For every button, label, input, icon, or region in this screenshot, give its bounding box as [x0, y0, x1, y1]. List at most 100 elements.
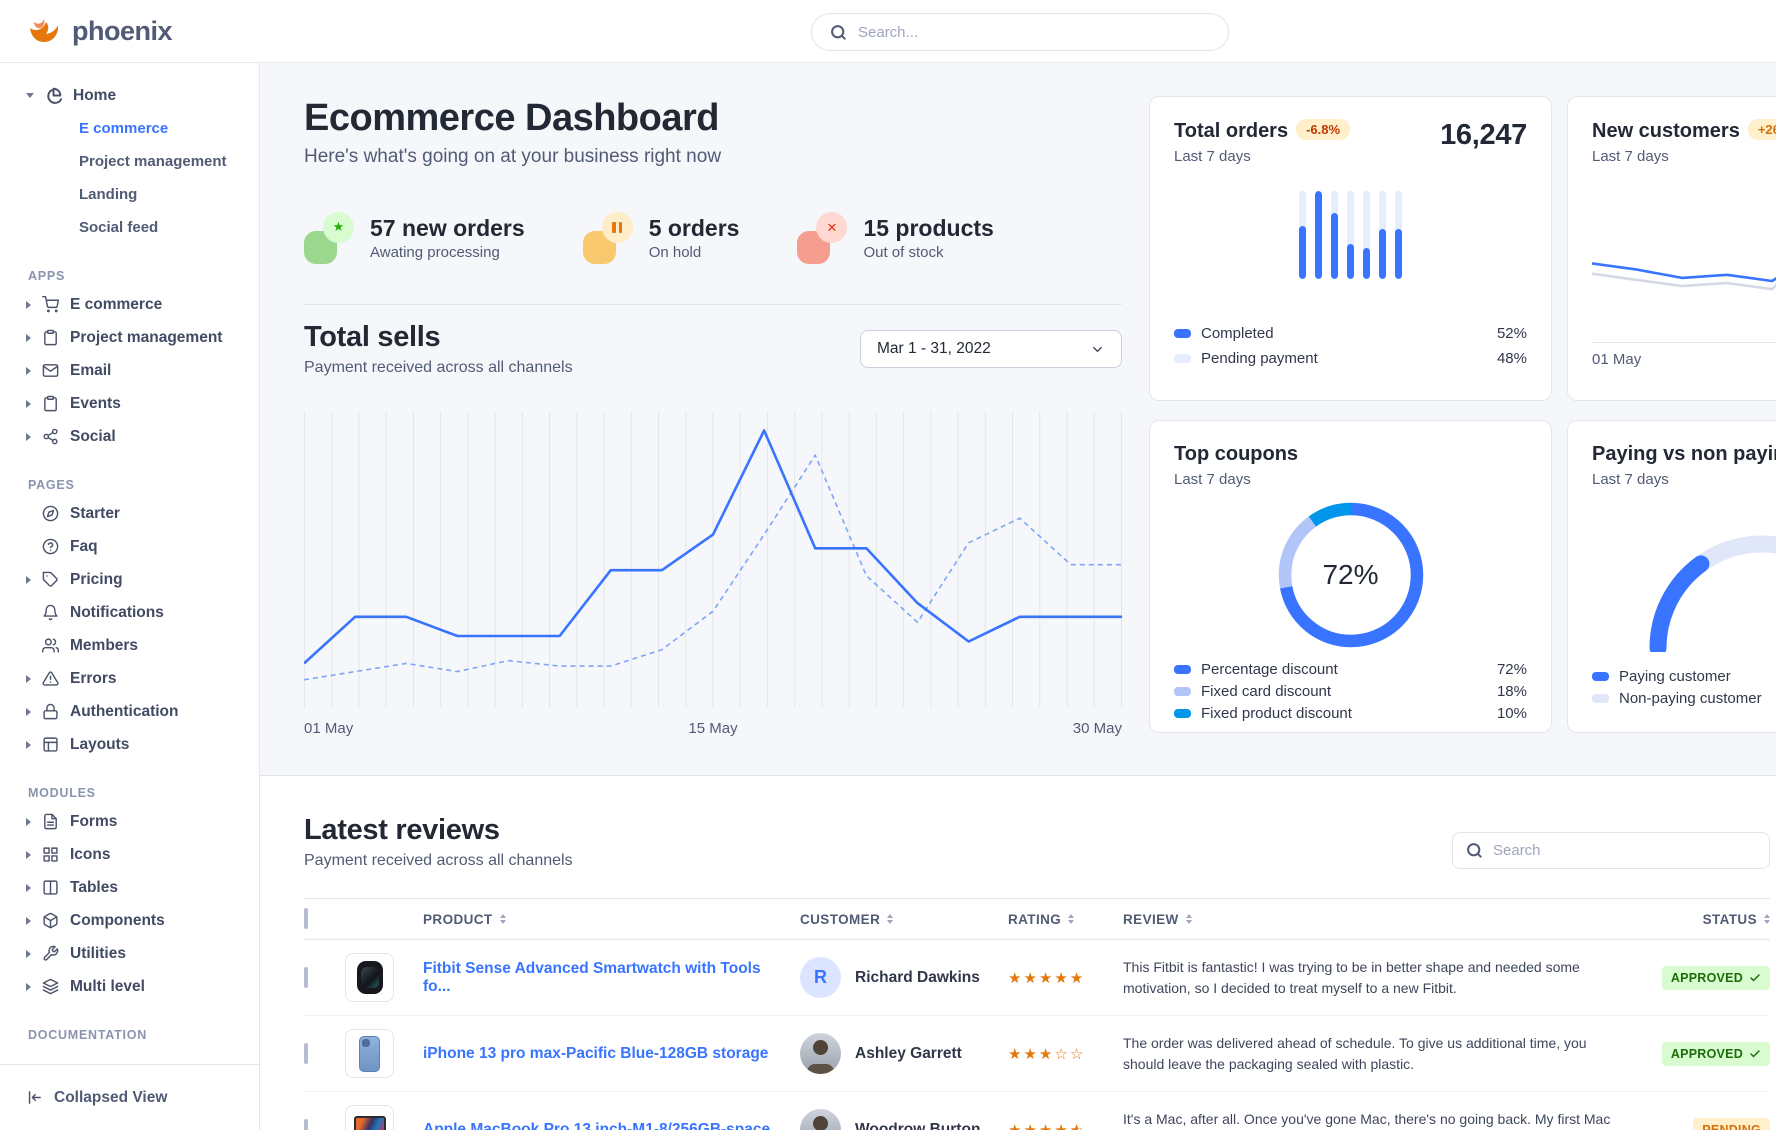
- dashboard-section: Ecommerce Dashboard Here's what's going …: [260, 63, 1776, 775]
- top-coupons-card: Top coupons Last 7 days 72% Percentage d…: [1149, 420, 1552, 733]
- product-link[interactable]: Apple MacBook Pro 13 inch-M1-8/256GB-spa…: [423, 1121, 800, 1130]
- sidebar-item-utilities[interactable]: Utilities: [0, 937, 259, 970]
- legend-row: Percentage discount 72%: [1174, 658, 1527, 680]
- customer-cell: Woodrow Burton: [800, 1109, 1008, 1130]
- sidebar-item-ecommerce-app[interactable]: E commerce: [0, 288, 259, 321]
- sidebar-item-layouts[interactable]: Layouts: [0, 728, 259, 761]
- search-icon: [1466, 842, 1483, 859]
- phoenix-logo-icon: [28, 16, 62, 46]
- date-range-select[interactable]: Mar 1 - 31, 2022: [860, 330, 1122, 368]
- global-search[interactable]: [811, 13, 1229, 51]
- layout-icon: [42, 736, 59, 753]
- search-input[interactable]: [858, 24, 1210, 41]
- sidebar-item-tables[interactable]: Tables: [0, 871, 259, 904]
- chevron-right-icon: [26, 851, 31, 859]
- chevron-right-icon: [26, 400, 31, 408]
- customer-name: Richard Dawkins: [855, 969, 980, 987]
- select-all-checkbox[interactable]: [304, 908, 308, 929]
- total-orders-card: Total orders-6.8% Last 7 days 16,247 Com…: [1149, 96, 1552, 401]
- status-badge: APPROVED: [1662, 966, 1770, 990]
- sort-icon: [1068, 914, 1074, 924]
- sidebar-item-home[interactable]: Home: [0, 79, 259, 112]
- bell-icon: [42, 604, 59, 621]
- chevron-right-icon: [26, 675, 31, 683]
- column-header-status[interactable]: STATUS: [1644, 912, 1770, 927]
- total-sells-line-chart: [304, 411, 1122, 707]
- sidebar-item-forms[interactable]: Forms: [0, 805, 259, 838]
- chevron-right-icon: [26, 301, 31, 309]
- new-customers-line-chart: [1592, 179, 1776, 327]
- legend-swatch: [1174, 665, 1191, 674]
- column-header-review[interactable]: REVIEW: [1123, 912, 1644, 927]
- total-sells-subtitle: Payment received across all channels: [304, 359, 573, 377]
- star-icon: ★: [304, 212, 354, 264]
- reviews-search[interactable]: [1452, 832, 1770, 869]
- column-header-product[interactable]: PRODUCT: [423, 912, 800, 927]
- collapse-sidebar-button[interactable]: Collapsed View: [0, 1089, 167, 1107]
- package-icon: [42, 912, 59, 929]
- product-link[interactable]: Fitbit Sense Advanced Smartwatch with To…: [423, 960, 800, 996]
- row-checkbox[interactable]: [304, 1043, 308, 1064]
- legend-row: Pending payment 48%: [1174, 346, 1527, 371]
- sidebar-item-notifications[interactable]: Notifications: [0, 596, 259, 629]
- x-icon: ✕: [797, 212, 847, 264]
- column-header-customer[interactable]: CUSTOMER: [800, 912, 1008, 927]
- chevron-right-icon: [26, 367, 31, 375]
- customer-name: Woodrow Burton: [855, 1121, 980, 1130]
- sidebar-item-social-feed[interactable]: Social feed: [0, 211, 259, 244]
- sidebar-footer: Collapsed View: [0, 1064, 259, 1130]
- product-image-fitbit[interactable]: [345, 953, 394, 1002]
- product-link[interactable]: iPhone 13 pro max-Pacific Blue-128GB sto…: [423, 1045, 800, 1063]
- sidebar-item-social[interactable]: Social: [0, 420, 259, 453]
- wrench-icon: [42, 945, 59, 962]
- rating-stars: ★★★★★: [1008, 969, 1123, 987]
- brand-name: phoenix: [72, 16, 172, 47]
- new-customers-card: New customers+26.5% Last 7 days 01 May: [1567, 96, 1776, 401]
- brand-logo[interactable]: phoenix: [28, 16, 172, 47]
- product-image-iphone[interactable]: [345, 1029, 394, 1078]
- help-circle-icon: [42, 538, 59, 555]
- sidebar-item-members[interactable]: Members: [0, 629, 259, 662]
- chevron-right-icon: [26, 741, 31, 749]
- legend-row: Fixed product discount 10%: [1174, 702, 1527, 724]
- sidebar-item-faq[interactable]: Faq: [0, 530, 259, 563]
- reviews-table: PRODUCT CUSTOMER RATING REVIEW STATUS Fi…: [304, 898, 1770, 1130]
- row-checkbox[interactable]: [304, 1119, 308, 1130]
- sidebar-item-email[interactable]: Email: [0, 354, 259, 387]
- sidebar-item-ecommerce[interactable]: E commerce: [0, 112, 259, 145]
- section-label-documentation: DOCUMENTATION: [0, 1023, 259, 1047]
- sidebar-item-project-management-app[interactable]: Project management: [0, 321, 259, 354]
- tag-icon: [42, 571, 59, 588]
- sidebar-item-landing[interactable]: Landing: [0, 178, 259, 211]
- sidebar-item-multi-level[interactable]: Multi level: [0, 970, 259, 1003]
- sidebar-item-pricing[interactable]: Pricing: [0, 563, 259, 596]
- sidebar: Home E commerce Project management Landi…: [0, 63, 260, 1130]
- section-label-apps: APPS: [0, 264, 259, 288]
- column-header-rating[interactable]: RATING: [1008, 912, 1123, 927]
- product-image-macbook[interactable]: [345, 1105, 394, 1130]
- reviews-search-input[interactable]: [1493, 842, 1756, 859]
- legend-swatch: [1174, 709, 1191, 718]
- search-icon: [830, 24, 847, 41]
- sidebar-item-events[interactable]: Events: [0, 387, 259, 420]
- check-icon: [1749, 1048, 1761, 1060]
- main-content: Ecommerce Dashboard Here's what's going …: [260, 63, 1776, 1130]
- stat-orders-on-hold: 5 orders On hold: [583, 212, 740, 264]
- divider: [304, 304, 1122, 305]
- legend-row: Non-paying customer: [1592, 687, 1776, 709]
- mail-icon: [42, 362, 59, 379]
- sidebar-item-project-management[interactable]: Project management: [0, 145, 259, 178]
- sidebar-item-errors[interactable]: Errors: [0, 662, 259, 695]
- sidebar-item-starter[interactable]: Starter: [0, 497, 259, 530]
- orders-bar-chart: [1296, 191, 1406, 279]
- review-text: This Fitbit is fantastic! I was trying t…: [1123, 957, 1644, 998]
- sidebar-item-authentication[interactable]: Authentication: [0, 695, 259, 728]
- page-subtitle: Here's what's going on at your business …: [304, 146, 1122, 168]
- card-period: Last 7 days: [1174, 148, 1350, 165]
- sort-icon: [1186, 914, 1192, 924]
- row-checkbox[interactable]: [304, 967, 308, 988]
- sidebar-item-icons[interactable]: Icons: [0, 838, 259, 871]
- sidebar-item-components[interactable]: Components: [0, 904, 259, 937]
- total-sells-chart: 01 May 15 May 30 May: [304, 411, 1122, 737]
- sort-icon: [500, 914, 506, 924]
